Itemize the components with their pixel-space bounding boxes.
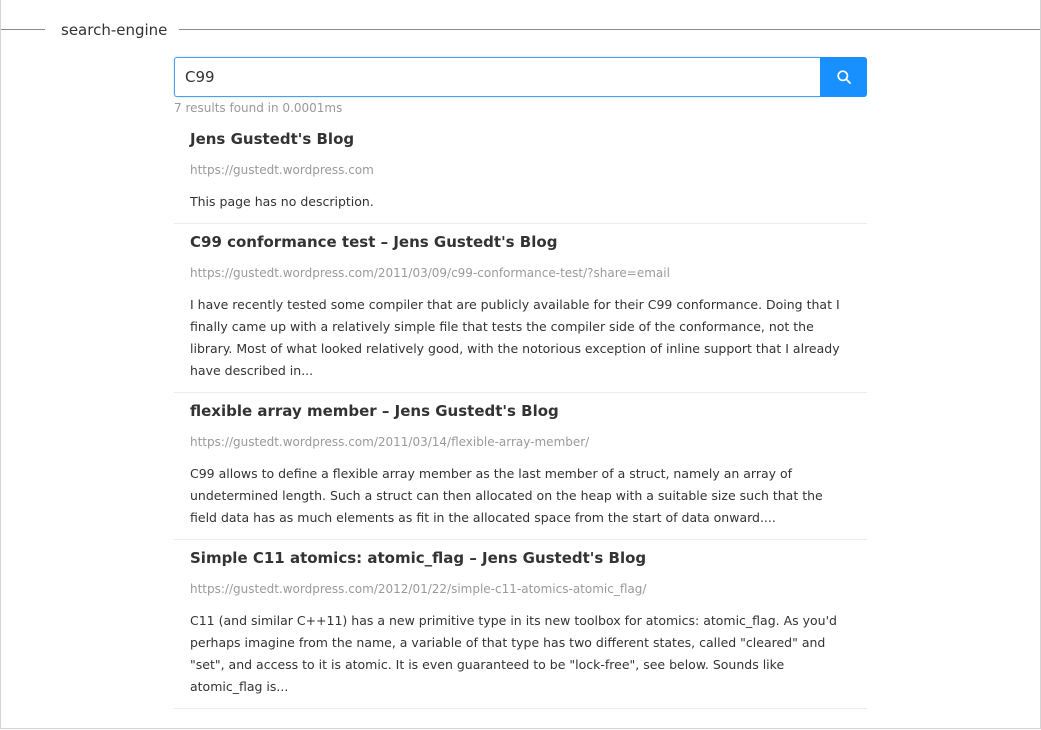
result-description: C11 (and similar C++11) has a new primit… [190,613,837,694]
result-description: I have recently tested some compiler tha… [190,297,840,378]
app-frame: search-engine 7 results found in 0.0001m… [0,0,1041,729]
search-icon [836,70,851,84]
header-divider-left [1,29,45,30]
result-item: flexible array member – Jens Gustedt's B… [174,393,867,540]
result-title-link[interactable]: C99 conformance test – Jens Gustedt's Bl… [190,232,851,253]
result-title-link[interactable]: Simple C11 atomics: atomic_flag – Jens G… [190,548,851,569]
results-list: Jens Gustedt's Blog https://gustedt.word… [174,121,867,709]
result-url-link[interactable]: https://gustedt.wordpress.com/2011/03/09… [190,265,851,282]
search-bar [174,57,867,97]
result-item: Simple C11 atomics: atomic_flag – Jens G… [174,540,867,709]
result-url-link[interactable]: https://gustedt.wordpress.com/2012/01/22… [190,581,851,598]
result-item: C99 conformance test – Jens Gustedt's Bl… [174,224,867,393]
result-description: This page has no description. [190,194,374,209]
result-description: C99 allows to define a flexible array me… [190,466,823,525]
result-url-link[interactable]: https://gustedt.wordpress.com [190,162,851,179]
search-input[interactable] [174,57,820,97]
page-title: search-engine [61,21,168,39]
result-title-link[interactable]: flexible array member – Jens Gustedt's B… [190,401,851,422]
result-title-link[interactable]: Jens Gustedt's Blog [190,129,851,150]
results-count: 7 results found in 0.0001ms [174,101,343,115]
result-item: Jens Gustedt's Blog https://gustedt.word… [174,121,867,224]
result-url-link[interactable]: https://gustedt.wordpress.com/2011/03/14… [190,434,851,451]
search-button[interactable] [820,57,867,97]
header-divider-right [179,29,1040,30]
